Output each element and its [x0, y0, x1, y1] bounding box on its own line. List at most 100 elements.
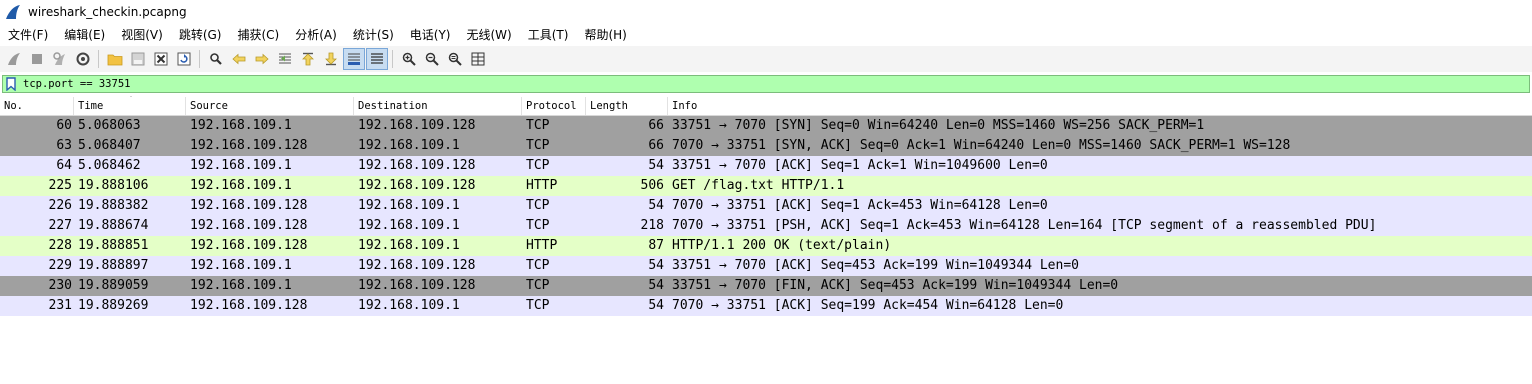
column-header-destination[interactable]: Destination — [354, 97, 522, 115]
menu-help[interactable]: 帮助(H) — [576, 24, 634, 46]
go-back-button[interactable] — [228, 48, 250, 70]
shark-fin-start-icon — [7, 53, 20, 65]
packet-length: 54 — [648, 278, 664, 293]
column-header-length[interactable]: Length — [586, 97, 668, 115]
menu-go[interactable]: 跳转(G) — [171, 24, 230, 46]
go-to-packet-icon — [278, 53, 291, 64]
packet-protocol: HTTP — [526, 178, 558, 193]
display-filter-input[interactable]: tcp.port == 33751 — [2, 75, 1530, 93]
start-capture-button[interactable] — [3, 48, 25, 70]
packet-length: 66 — [648, 118, 664, 133]
packet-row[interactable]: 228 19.888851 192.168.109.128 192.168.10… — [0, 236, 1532, 256]
first-packet-icon — [301, 52, 314, 66]
packet-destination: 192.168.109.128 — [358, 178, 476, 193]
close-file-button[interactable] — [150, 48, 172, 70]
zoom-normal-icon — [448, 52, 462, 66]
packet-destination: 192.168.109.128 — [358, 158, 476, 173]
packet-length: 54 — [648, 198, 664, 213]
packet-no: 231 — [48, 298, 72, 313]
filter-bookmark-button[interactable] — [4, 76, 18, 92]
packet-protocol: TCP — [526, 218, 550, 233]
packet-destination: 192.168.109.1 — [358, 138, 460, 153]
packet-row[interactable]: 226 19.888382 192.168.109.128 192.168.10… — [0, 196, 1532, 216]
packet-info: 7070 → 33751 [PSH, ACK] Seq=1 Ack=453 Wi… — [672, 218, 1377, 233]
first-packet-button[interactable] — [297, 48, 319, 70]
zoom-in-button[interactable] — [398, 48, 420, 70]
go-to-packet-button[interactable] — [274, 48, 296, 70]
find-packet-button[interactable] — [205, 48, 227, 70]
packet-info: 33751 → 7070 [FIN, ACK] Seq=453 Ack=199 … — [672, 278, 1119, 293]
menu-edit[interactable]: 编辑(E) — [56, 24, 113, 46]
packet-row[interactable]: 230 19.889059 192.168.109.1 192.168.109.… — [0, 276, 1532, 296]
go-forward-button[interactable] — [251, 48, 273, 70]
save-file-button[interactable] — [127, 48, 149, 70]
colorize-button[interactable] — [365, 48, 388, 70]
packet-row[interactable]: 60 5.068063 192.168.109.1 192.168.109.12… — [0, 116, 1532, 136]
title-bar: wireshark_checkin.pcapng — [0, 0, 1532, 24]
packet-info: 7070 → 33751 [SYN, ACK] Seq=0 Ack=1 Win=… — [672, 138, 1291, 153]
save-file-icon — [131, 52, 144, 66]
packet-time: 5.068407 — [78, 138, 141, 153]
column-header-protocol[interactable]: Protocol — [522, 97, 586, 115]
packet-source: 192.168.109.128 — [190, 198, 308, 213]
menu-tools[interactable]: 工具(T) — [520, 24, 577, 46]
packet-row[interactable]: 225 19.888106 192.168.109.1 192.168.109.… — [0, 176, 1532, 196]
last-packet-button[interactable] — [320, 48, 342, 70]
packet-info: 33751 → 7070 [ACK] Seq=453 Ack=199 Win=1… — [672, 258, 1079, 273]
packet-destination: 192.168.109.1 — [358, 218, 460, 233]
column-header-time[interactable]: Time — [74, 97, 186, 115]
packet-row[interactable]: 64 5.068462 192.168.109.1 192.168.109.12… — [0, 156, 1532, 176]
bookmark-icon — [6, 77, 16, 91]
menu-wireless[interactable]: 无线(W) — [459, 24, 520, 46]
packet-row[interactable]: 227 19.888674 192.168.109.128 192.168.10… — [0, 216, 1532, 236]
packet-time: 19.888897 — [78, 258, 149, 273]
stop-icon — [31, 54, 42, 64]
menu-telephony[interactable]: 电话(Y) — [402, 24, 459, 46]
packet-protocol: TCP — [526, 118, 550, 133]
packet-length: 54 — [648, 258, 664, 273]
toolbar-separator — [392, 50, 393, 68]
menu-statistics[interactable]: 统计(S) — [345, 24, 402, 46]
packet-protocol: TCP — [526, 138, 550, 153]
stop-capture-button[interactable] — [26, 48, 48, 70]
menu-file[interactable]: 文件(F) — [0, 24, 56, 46]
packet-time: 19.889059 — [78, 278, 149, 293]
packet-destination: 192.168.109.128 — [358, 258, 476, 273]
packet-source: 192.168.109.1 — [190, 278, 292, 293]
zoom-normal-button[interactable] — [444, 48, 466, 70]
restart-capture-button[interactable] — [49, 48, 71, 70]
packet-no: 227 — [48, 218, 72, 233]
packet-info: 7070 → 33751 [ACK] Seq=199 Ack=454 Win=6… — [672, 298, 1064, 313]
packet-destination: 192.168.109.1 — [358, 298, 460, 313]
reload-file-button[interactable] — [173, 48, 195, 70]
packet-source: 192.168.109.128 — [190, 138, 308, 153]
packet-length: 54 — [648, 158, 664, 173]
packet-length: 87 — [648, 238, 664, 253]
packet-source: 192.168.109.128 — [190, 298, 308, 313]
packet-no: 225 — [48, 178, 72, 193]
packet-source: 192.168.109.1 — [190, 118, 292, 133]
column-header-no[interactable]: No. — [0, 97, 74, 115]
packet-time: 19.889269 — [78, 298, 149, 313]
open-file-button[interactable] — [104, 48, 126, 70]
menu-view[interactable]: 视图(V) — [113, 24, 171, 46]
packet-no: 63 — [56, 138, 72, 153]
packet-row[interactable]: 63 5.068407 192.168.109.128 192.168.109.… — [0, 136, 1532, 156]
menu-capture[interactable]: 捕获(C) — [229, 24, 287, 46]
packet-row[interactable]: 231 19.889269 192.168.109.128 192.168.10… — [0, 296, 1532, 316]
menu-analyze[interactable]: 分析(A) — [287, 24, 345, 46]
packet-time: 19.888851 — [78, 238, 149, 253]
packet-time: 5.068063 — [78, 118, 141, 133]
packet-source: 192.168.109.1 — [190, 258, 292, 273]
zoom-out-button[interactable] — [421, 48, 443, 70]
column-header-info[interactable]: Info — [668, 97, 1532, 115]
packet-row[interactable]: 229 19.888897 192.168.109.1 192.168.109.… — [0, 256, 1532, 276]
last-packet-icon — [324, 52, 337, 66]
display-filter-bar: tcp.port == 33751 — [0, 74, 1532, 94]
column-header-source[interactable]: Source — [186, 97, 354, 115]
capture-options-button[interactable] — [72, 48, 94, 70]
auto-scroll-button[interactable] — [342, 48, 365, 70]
resize-columns-button[interactable] — [467, 48, 489, 70]
main-toolbar — [0, 46, 1532, 72]
packet-destination: 192.168.109.128 — [358, 118, 476, 133]
